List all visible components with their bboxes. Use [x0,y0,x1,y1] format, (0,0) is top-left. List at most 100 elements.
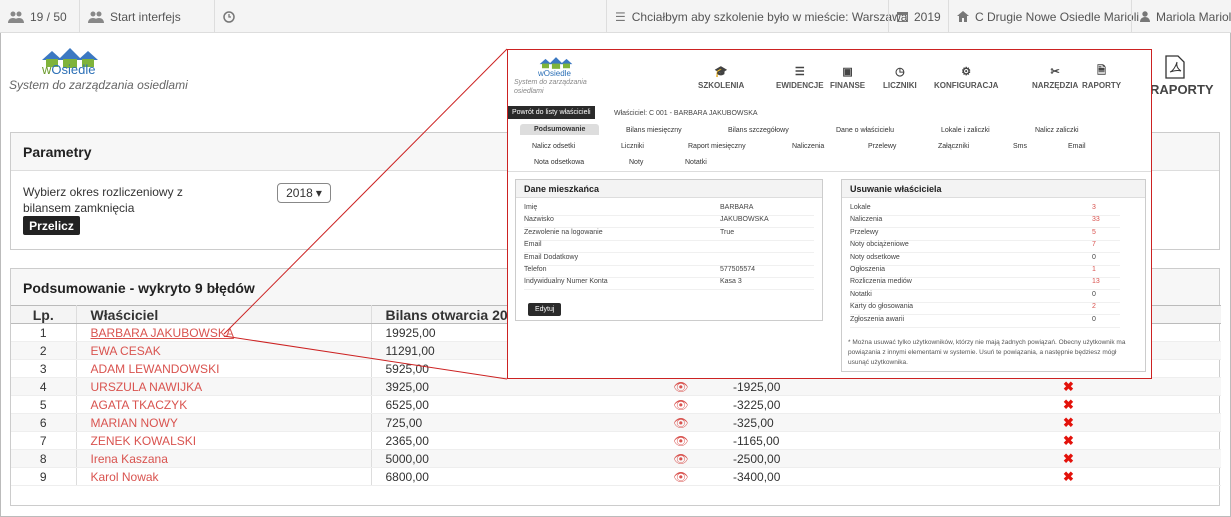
tab-liczniki[interactable]: Liczniki [621,143,644,150]
app-subtitle: System do zarządzania osiedlami [9,78,188,92]
row-diff: -1165,00 [719,431,1049,450]
relation-key: Noty obciążeniowe [850,241,909,249]
error-x-icon[interactable]: ✖ [1063,451,1074,466]
row-owner: ADAM LEWANDOWSKI [76,359,372,378]
nav-ewidencje[interactable]: ☰ EWIDENCJE [776,65,824,91]
tab-noty[interactable]: Noty [629,159,643,166]
row-lp: 8 [11,449,77,468]
owner-link[interactable]: Karol Nowak [91,470,159,484]
nav-raporty[interactable]: 🗎 RAPORTY [1082,64,1121,91]
period-select[interactable]: 2018 ▾ [277,183,331,203]
resident-key: Email [524,241,542,249]
nav-label: NARZĘDZIA [1032,81,1079,90]
nav-szkolenia[interactable]: 🎓 SZKOLENIA [698,65,744,91]
relation-key: Notatki [850,290,872,298]
nav-label: FINANSE [830,81,866,90]
users-counter[interactable]: 19 / 50 [0,0,80,33]
delete-owner-title: Usuwanie właściciela [842,180,1145,198]
eye-icon[interactable]: 👁 [673,452,688,466]
error-x-icon[interactable]: ✖ [1063,469,1074,484]
row-x-cell: ✖ [1049,413,1221,432]
owner-link[interactable]: ZENEK KOWALSKI [91,434,197,448]
owner-link[interactable]: ADAM LEWANDOWSKI [91,362,220,376]
back-to-owners-button[interactable]: Powrót do listy właścicieli [508,106,595,119]
row-diff: -2500,00 [719,449,1049,468]
tab-notatki[interactable]: Notatki [685,159,707,166]
tab-nalicz-odsetki[interactable]: Nalicz odsetki [532,143,575,150]
year-item[interactable]: 2019 [888,0,948,33]
resident-key: Indywidualny Numer Konta [524,278,608,286]
row-x-cell: ✖ [1049,377,1221,396]
eye-icon[interactable]: 👁 [673,434,688,448]
tab-sms[interactable]: Sms [1013,143,1027,150]
tab-zalaczniki[interactable]: Załączniki [938,143,969,150]
eye-icon[interactable]: 👁 [673,398,688,412]
row-eye-cell: 👁 [643,395,719,414]
owner-link[interactable]: URSZULA NAWIJKA [91,380,203,394]
nav-raporty[interactable]: RAPORTY [1150,82,1214,97]
user-menu[interactable]: Mariola Mariola [1131,0,1231,33]
period-label: Wybierz okres rozliczeniowy z bilansem z… [23,185,183,215]
row-owner: AGATA TKACZYK [76,395,372,414]
tab-bilans-szczegolowy[interactable]: Bilans szczegółowy [728,127,789,134]
error-x-icon[interactable]: ✖ [1063,415,1074,430]
period-select-value: 2018 [286,186,313,200]
relation-count: 0 [1092,253,1096,261]
compute-button[interactable]: Przelicz [23,216,80,235]
error-x-icon[interactable]: ✖ [1063,397,1074,412]
popup-tabs: Podsumowanie Bilans miesięczny Bilans sz… [508,122,1151,172]
tab-podsumowanie[interactable]: Podsumowanie [520,124,600,135]
nav-narzedzia[interactable]: ✂ NARZĘDZIA [1032,65,1079,91]
row-x-cell: ✖ [1049,395,1221,414]
money-icon: ▣ [842,65,853,78]
owner-link[interactable]: Irena Kaszana [91,452,168,466]
tab-naliczenia[interactable]: Naliczenia [792,143,824,150]
nav-konfiguracja[interactable]: ⚙ KONFIGURACJA [934,65,998,91]
row-owner: EWA CESAK [76,341,372,360]
relation-count: 7 [1092,241,1096,249]
tab-przelewy[interactable]: Przelewy [868,143,896,150]
logo-text: wOsiedle [42,62,96,77]
owner-link[interactable]: MARIAN NOWY [91,416,178,430]
owner-link[interactable]: BARBARA JAKUBOWSKA [91,326,234,340]
resident-row: Telefon 577505574 [524,266,814,278]
error-x-icon[interactable]: ✖ [1063,433,1074,448]
popup-subtitle: System do zarządzania osiedlami [514,79,587,95]
relation-key: Noty odsetkowe [850,253,900,261]
users-icon [88,11,104,23]
eye-icon[interactable]: 👁 [673,380,688,394]
pdf-icon[interactable] [1165,55,1185,79]
tab-nalicz-zaliczki[interactable]: Nalicz zaliczki [1035,127,1079,134]
nav-label: EWIDENCJE [776,81,824,90]
start-interface-link[interactable]: Start interfejs [80,0,215,33]
list-icon: ☰ [794,65,805,78]
pdf-icon: 🗎 [1097,64,1106,77]
nav-finanse[interactable]: ▣ FINANSE [830,65,866,91]
owner-link[interactable]: AGATA TKACZYK [91,398,188,412]
relation-key: Lokale [850,204,871,211]
training-city-item[interactable]: ☰ Chciałbym aby szkolenie było w mieście… [606,0,907,33]
eye-icon[interactable]: 👁 [673,416,688,430]
tab-raport-miesieczny[interactable]: Raport miesięczny [688,143,746,150]
error-x-icon[interactable]: ✖ [1063,379,1074,394]
relation-row: Naliczenia 33 [850,216,1120,229]
tab-bilans-miesieczny[interactable]: Bilans miesięczny [626,127,682,134]
relation-row: Zgłoszenia awarii 0 [850,316,1120,328]
tab-nota-odsetkowa[interactable]: Nota odsetkowa [534,159,584,166]
owner-link[interactable]: EWA CESAK [91,344,161,358]
edit-button[interactable]: Edytuj [528,303,562,316]
estate-item[interactable]: C Drugie Nowe Osiedle Marioli [948,0,1139,33]
clock-button[interactable] [215,0,245,33]
tab-email[interactable]: Email [1068,143,1086,150]
relation-row: Noty obciążeniowe 7 [850,241,1120,254]
relation-key: Karty do głosowania [850,303,914,311]
row-balance: 5000,00 [371,449,643,468]
row-balance: 3925,00 [371,377,643,396]
eye-icon[interactable]: 👁 [673,470,688,484]
tab-dane-o-wlascicielu[interactable]: Dane o właścicielu [836,127,894,134]
nav-liczniki[interactable]: ◷ LICZNIKI [883,65,917,91]
tab-lokale-i-zaliczki[interactable]: Lokale i zaliczki [941,127,990,134]
relation-key: Zgłoszenia awarii [850,315,905,323]
relation-count: 2 [1092,303,1096,311]
relation-key: Ogłoszenia [850,266,886,273]
